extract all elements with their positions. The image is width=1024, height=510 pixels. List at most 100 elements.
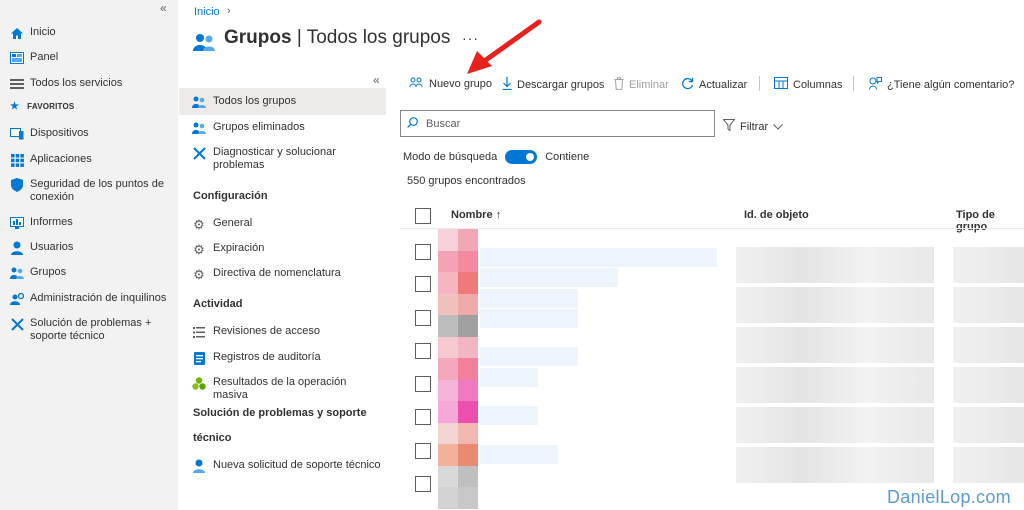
name-blur — [480, 347, 578, 366]
nav-item-inicio[interactable]: Inicio — [10, 26, 175, 40]
search-mode: Modo de búsqueda Contiene — [403, 150, 589, 164]
select-all-checkbox[interactable] — [415, 208, 431, 224]
nav-item-dispositivos[interactable]: Dispositivos — [10, 127, 175, 141]
gear-icon: ⚙ — [193, 216, 205, 232]
column-header-id-objeto[interactable]: Id. de objeto — [744, 209, 809, 221]
row-checkbox[interactable] — [415, 409, 431, 425]
nav-item-informes[interactable]: Informes — [10, 216, 175, 230]
row-checkbox[interactable] — [415, 343, 431, 359]
feedback-button[interactable]: ¿Tiene algún comentario? — [869, 77, 1014, 93]
audit-log-icon — [192, 351, 206, 365]
menu-item-general[interactable]: ⚙ General — [192, 217, 382, 231]
toolbar-divider — [853, 76, 854, 91]
nav-label: Usuarios — [30, 241, 74, 253]
row-checkbox[interactable] — [415, 476, 431, 492]
avatar-blur — [458, 315, 478, 337]
id-blur — [736, 447, 934, 483]
nav-label: Informes — [30, 216, 73, 228]
section-soporte: Solución de problemas y soporte — [193, 407, 367, 419]
avatar-blur — [458, 401, 478, 423]
section-soporte-cont: técnico — [193, 432, 232, 444]
menu-item-revisiones-acceso[interactable]: Revisiones de acceso — [192, 325, 382, 339]
filter-button[interactable]: Filtrar — [722, 119, 783, 134]
menu-item-directiva-nomenclatura[interactable]: ⚙ Directiva de nomenclatura — [192, 267, 382, 281]
nav-label: Solución de problemas + soporte técnico — [30, 317, 152, 342]
search-icon — [407, 116, 418, 131]
new-group-button[interactable]: Nuevo grupo — [409, 77, 492, 91]
header-divider — [400, 228, 1024, 229]
avatar-blur — [458, 379, 478, 401]
avatar-blur — [458, 444, 478, 466]
tools-icon — [10, 317, 24, 331]
collapse-menu-icon[interactable]: « — [373, 73, 380, 87]
type-blur — [953, 327, 1024, 363]
nav-label: Aplicaciones — [30, 153, 92, 165]
avatar-blur — [438, 444, 458, 466]
nav-item-admin-inquilinos[interactable]: Administración de inquilinos — [10, 292, 175, 306]
menu-item-nueva-solicitud[interactable]: Nueva solicitud de soporte técnico — [192, 459, 382, 473]
annotation-arrow — [467, 19, 542, 74]
avatar-blur — [438, 229, 458, 251]
nav-item-aplicaciones[interactable]: Aplicaciones — [10, 153, 175, 167]
avatar-blur — [458, 422, 478, 444]
menu-item-todos-grupos[interactable]: Todos los grupos — [179, 88, 386, 115]
avatar-blur — [438, 272, 458, 294]
id-blur — [736, 327, 934, 363]
row-checkbox[interactable] — [415, 276, 431, 292]
nav-item-usuarios[interactable]: Usuarios — [10, 241, 175, 255]
avatar-blur — [438, 422, 458, 444]
nav-item-solucion-problemas[interactable]: Solución de problemas + soporte técnico — [10, 317, 175, 343]
breadcrumb[interactable]: Inicio — [194, 6, 220, 18]
menu-item-operacion-masiva[interactable]: Resultados de la operación masiva — [192, 376, 382, 402]
home-icon — [10, 26, 24, 40]
nav-label: Dispositivos — [30, 127, 89, 139]
avatar-blur — [438, 315, 458, 337]
menu-item-grupos-eliminados[interactable]: Grupos eliminados — [192, 121, 382, 135]
nav-item-todos-servicios[interactable]: Todos los servicios — [10, 77, 175, 91]
section-configuracion: Configuración — [193, 190, 268, 202]
row-checkbox[interactable] — [415, 376, 431, 392]
search-box[interactable] — [400, 110, 715, 137]
row-checkbox[interactable] — [415, 244, 431, 260]
avatar-blur — [438, 293, 458, 315]
avatar-blur — [438, 379, 458, 401]
name-blur — [480, 289, 578, 308]
row-checkbox[interactable] — [415, 443, 431, 459]
search-input[interactable] — [426, 117, 696, 130]
avatar-blur — [438, 401, 458, 423]
column-header-nombre[interactable]: Nombre ↑ — [451, 209, 501, 221]
avatar-blur — [458, 487, 478, 509]
id-blur — [736, 247, 934, 283]
delete-button[interactable]: Eliminar — [614, 77, 669, 93]
menu-item-diagnosticar[interactable]: Diagnosticar y solucionar problemas — [192, 146, 342, 172]
nav-item-seguridad[interactable]: Seguridad de los puntos de conexión — [10, 178, 175, 204]
columns-button[interactable]: Columnas — [774, 77, 843, 92]
breadcrumb-chevron-icon: › — [227, 5, 231, 17]
nav-label: Todos los servicios — [30, 77, 123, 89]
group-icon — [10, 266, 24, 280]
download-groups-button[interactable]: Descargar grupos — [502, 77, 604, 93]
nav-item-grupos[interactable]: Grupos — [10, 266, 175, 280]
refresh-button[interactable]: Actualizar — [681, 77, 747, 93]
avatar-blur — [458, 336, 478, 358]
menu-item-registros-auditoria[interactable]: Registros de auditoría — [192, 351, 382, 365]
avatar-blur — [458, 293, 478, 315]
avatar-blur — [438, 465, 458, 487]
favorites-header: ★ FAVORITOS — [10, 101, 75, 112]
star-icon: ★ — [10, 101, 20, 112]
row-checkbox[interactable] — [415, 310, 431, 326]
nav-label: Seguridad de los puntos de conexión — [30, 178, 164, 203]
nav-label: Administración de inquilinos — [30, 292, 167, 304]
section-actividad: Actividad — [193, 298, 243, 310]
name-blur — [480, 368, 538, 387]
nav-item-panel[interactable]: Panel — [10, 51, 175, 65]
menu-item-expiracion[interactable]: ⚙ Expiración — [192, 242, 382, 256]
toolbar-divider — [759, 76, 760, 91]
name-blur — [480, 309, 578, 328]
download-icon — [502, 77, 512, 93]
tenant-icon — [10, 292, 24, 306]
page-title: Grupos | Todos los grupos — [224, 27, 451, 48]
collapse-sidebar-icon[interactable]: « — [160, 1, 167, 15]
column-header-tipo-grupo[interactable]: Tipo de grupo — [956, 209, 1024, 233]
search-mode-toggle[interactable] — [505, 150, 538, 164]
